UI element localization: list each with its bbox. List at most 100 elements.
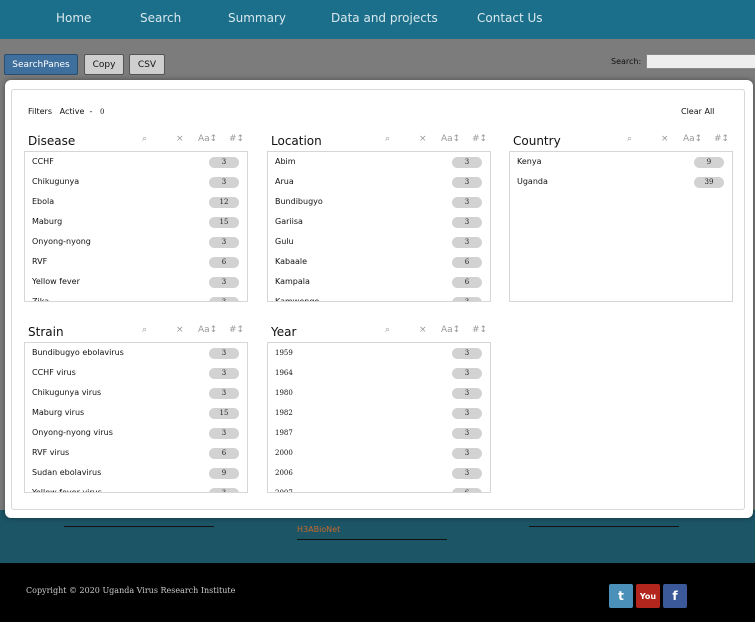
sort-count-icon[interactable]: #↕ <box>472 325 487 335</box>
search-icon[interactable]: ⌕ <box>385 134 390 144</box>
close-icon[interactable]: × <box>176 325 184 335</box>
divider <box>529 526 679 527</box>
pane-option-row[interactable]: Gariisa 3 <box>268 212 490 232</box>
pane-option-row[interactable]: Maburg virus 15 <box>25 403 247 423</box>
twitter-icon[interactable]: t <box>609 584 633 608</box>
dash-separator: - <box>89 107 93 116</box>
option-label: Abim <box>275 157 296 166</box>
pane-options-list[interactable]: Kenya 9 Uganda 39 <box>509 151 733 302</box>
pane-option-row[interactable]: Kenya 9 <box>510 152 732 172</box>
close-icon[interactable]: × <box>176 134 184 144</box>
pane-option-row[interactable]: Yellow fever 3 <box>25 272 247 292</box>
pane-option-row[interactable]: Onyong-nyong 3 <box>25 232 247 252</box>
pane-option-row[interactable]: Zika 3 <box>25 292 247 301</box>
pane-option-row[interactable]: Kabaale 6 <box>268 252 490 272</box>
pane-option-row[interactable]: Ebola 12 <box>25 192 247 212</box>
option-count-badge: 12 <box>209 197 239 208</box>
pane-option-row[interactable]: 1959 3 <box>268 343 490 363</box>
clear-all-button[interactable]: Clear All <box>681 107 714 116</box>
option-count-badge: 9 <box>209 468 239 479</box>
nav-contact-link[interactable]: Contact Us <box>477 11 543 25</box>
filters-active-label: Filters Active - 0 <box>28 107 104 116</box>
pane-option-row[interactable]: Yellow fever virus 3 <box>25 483 247 492</box>
pane-option-row[interactable]: Chikugunya 3 <box>25 172 247 192</box>
option-count-badge: 3 <box>452 468 482 479</box>
copy-button[interactable]: Copy <box>84 54 124 75</box>
search-icon[interactable]: ⌕ <box>142 325 147 335</box>
sort-count-icon[interactable]: #↕ <box>229 325 244 335</box>
option-count-badge: 3 <box>209 348 239 359</box>
pane-option-row[interactable]: Uganda 39 <box>510 172 732 192</box>
facebook-icon[interactable]: f <box>663 584 687 608</box>
search-icon[interactable]: ⌕ <box>385 325 390 335</box>
pane-options-list[interactable]: CCHF 3 Chikugunya 3 Ebola 12 Maburg 15 Onyong-ny… <box>24 151 248 302</box>
option-label: Kenya <box>517 157 542 166</box>
pane-title: Year <box>271 325 297 339</box>
option-count-badge: 3 <box>452 448 482 459</box>
pane-option-row[interactable]: 1987 3 <box>268 423 490 443</box>
sort-alpha-icon[interactable]: Aa↕ <box>441 134 460 144</box>
nav-summary-link[interactable]: Summary <box>228 11 286 25</box>
option-label: Sudan ebolavirus <box>32 468 102 477</box>
sort-count-icon[interactable]: #↕ <box>472 134 487 144</box>
sort-count-icon[interactable]: #↕ <box>714 134 729 144</box>
pane-option-row[interactable]: Abim 3 <box>268 152 490 172</box>
pane-option-row[interactable]: Arua 3 <box>268 172 490 192</box>
option-count-badge: 6 <box>452 488 482 492</box>
pane-options-list[interactable]: Bundibugyo ebolavirus 3 CCHF virus 3 Chikugu… <box>24 342 248 493</box>
pane-option-row[interactable]: RVF 6 <box>25 252 247 272</box>
search-input[interactable] <box>646 54 755 69</box>
searchpanes-modal: Filters Active - 0 Clear All Disease ⌕ × Aa… <box>5 80 753 518</box>
option-count-badge: 3 <box>452 428 482 439</box>
nav-search-link[interactable]: Search <box>140 11 181 25</box>
option-label: Gulu <box>275 237 294 246</box>
pane-option-row[interactable]: Sudan ebolavirus 9 <box>25 463 247 483</box>
pane-option-row[interactable]: Bundibugyo ebolavirus 3 <box>25 343 247 363</box>
youtube-icon[interactable]: You <box>636 584 660 608</box>
active-count: 0 <box>100 108 105 116</box>
pane-option-row[interactable]: 2007 6 <box>268 483 490 492</box>
pane-option-row[interactable]: RVF virus 6 <box>25 443 247 463</box>
search-icon[interactable]: ⌕ <box>142 134 147 144</box>
pane-option-row[interactable]: Kamwenge 3 <box>268 292 490 301</box>
option-label: Maburg <box>32 217 63 226</box>
sort-count-icon[interactable]: #↕ <box>229 134 244 144</box>
pane-option-row[interactable]: CCHF virus 3 <box>25 363 247 383</box>
pane-option-row[interactable]: 1964 3 <box>268 363 490 383</box>
pane-option-row[interactable]: Onyong-nyong virus 3 <box>25 423 247 443</box>
pane-option-row[interactable]: Maburg 15 <box>25 212 247 232</box>
pane-option-row[interactable]: 1980 3 <box>268 383 490 403</box>
sort-alpha-icon[interactable]: Aa↕ <box>198 325 217 335</box>
csv-button[interactable]: CSV <box>129 54 165 75</box>
close-icon[interactable]: × <box>419 134 427 144</box>
option-count-badge: 6 <box>209 257 239 268</box>
nav-data-projects-link[interactable]: Data and projects <box>331 11 438 25</box>
option-count-badge: 3 <box>452 408 482 419</box>
nav-home-link[interactable]: Home <box>56 11 91 25</box>
pane-option-row[interactable]: CCHF 3 <box>25 152 247 172</box>
pane-option-row[interactable]: Bundibugyo 3 <box>268 192 490 212</box>
pane-options-list[interactable]: 1959 3 1964 3 1980 3 1982 3 1987 3 2000 3 2006 3 2007 6 <box>267 342 491 493</box>
h3abionet-link[interactable]: H3ABioNet <box>297 525 340 534</box>
sort-alpha-icon[interactable]: Aa↕ <box>683 134 702 144</box>
option-count-badge: 3 <box>452 297 482 301</box>
option-label: Onyong-nyong virus <box>32 428 113 437</box>
pane-options-list[interactable]: Abim 3 Arua 3 Bundibugyo 3 Gariisa 3 Gulu 3 Kabaal… <box>267 151 491 302</box>
option-count-badge: 3 <box>452 348 482 359</box>
option-label: Chikugunya <box>32 177 80 186</box>
option-label: Kampala <box>275 277 310 286</box>
pane-option-row[interactable]: Gulu 3 <box>268 232 490 252</box>
pane-option-row[interactable]: 2006 3 <box>268 463 490 483</box>
option-label: RVF virus <box>32 448 70 457</box>
searchpanes-button[interactable]: SearchPanes <box>4 54 78 75</box>
search-icon[interactable]: ⌕ <box>627 134 632 144</box>
pane-option-row[interactable]: Kampala 6 <box>268 272 490 292</box>
option-count-badge: 3 <box>452 157 482 168</box>
pane-option-row[interactable]: 1982 3 <box>268 403 490 423</box>
pane-option-row[interactable]: 2000 3 <box>268 443 490 463</box>
sort-alpha-icon[interactable]: Aa↕ <box>198 134 217 144</box>
sort-alpha-icon[interactable]: Aa↕ <box>441 325 460 335</box>
pane-option-row[interactable]: Chikugunya virus 3 <box>25 383 247 403</box>
close-icon[interactable]: × <box>661 134 669 144</box>
close-icon[interactable]: × <box>419 325 427 335</box>
